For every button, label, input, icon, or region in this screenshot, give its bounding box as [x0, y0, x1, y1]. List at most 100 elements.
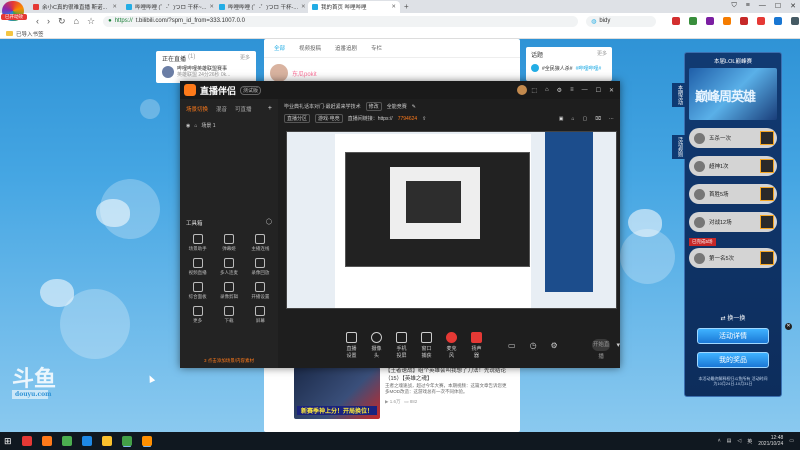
tab-bangumi[interactable]: 追番追剧	[335, 44, 357, 52]
feed-post[interactable]: 新赛季神上分！开局换位！ 【王者速战】组个英雄会叫我想了刀法！先说结论（15）【…	[294, 367, 514, 419]
record-icon[interactable]: ▭	[508, 341, 516, 350]
reward-item[interactable]: 首胜5场	[689, 184, 777, 204]
new-tab-button[interactable]: +	[404, 1, 409, 13]
gift-icon[interactable]: ⬚	[531, 87, 537, 94]
close-icon[interactable]: ✕	[785, 323, 792, 330]
windows-start-icon[interactable]: ⊞	[4, 436, 12, 447]
home-icon[interactable]: ⌂	[74, 16, 79, 26]
close-icon[interactable]: ✕	[391, 4, 396, 10]
shield-icon[interactable]: ⛉	[732, 2, 737, 10]
settings-icon[interactable]: ⚙	[551, 341, 558, 350]
tool-item[interactable]: 屏幕	[245, 306, 276, 324]
live-item[interactable]: 哔哩哔哩英雄联盟赛事 英雄联盟 24分26秒 0k...	[162, 66, 250, 78]
topic-item[interactable]: #全民狼人杀# #哔哩哔哩#	[531, 64, 607, 72]
tab-articles[interactable]: 专栏	[371, 44, 382, 52]
taskbar-app-icon[interactable]	[141, 436, 152, 446]
back-icon[interactable]: ‹	[36, 16, 39, 26]
bookmark-folder[interactable]: 已导入书签	[16, 30, 44, 38]
more-link[interactable]: 更多	[240, 54, 250, 63]
taskbar-app-icon[interactable]	[61, 436, 72, 446]
extension-icon[interactable]	[774, 17, 783, 25]
speaker-button[interactable]: 扬声器	[471, 331, 482, 359]
room-link[interactable]: 直播间链接：https://	[348, 115, 393, 122]
stream-preview[interactable]	[286, 131, 617, 309]
search-input[interactable]: ◍ bidy	[586, 15, 657, 27]
tool-item[interactable]: 录像回放	[245, 258, 276, 276]
start-stream-button[interactable]: 开始直播	[591, 339, 611, 360]
add-scene-button[interactable]: +	[268, 105, 272, 113]
tool-item[interactable]: 多人连麦	[213, 258, 244, 276]
url-field[interactable]: ● https://t.bilibili.com/?spm_id_from=33…	[103, 15, 579, 27]
browser-tab-active[interactable]: 我的首页 哔哩哔哩 ✕	[308, 1, 400, 13]
tool-item[interactable]: 综合面板	[182, 282, 213, 300]
video-thumbnail[interactable]: 新赛季神上分！开局换位！	[294, 367, 380, 419]
reload-icon[interactable]: ↻	[58, 16, 66, 27]
layout-icon[interactable]: ▣	[559, 116, 564, 122]
swap-button[interactable]: ⇄ 换一换	[697, 313, 769, 322]
taskbar-app-icon[interactable]	[81, 436, 92, 446]
maximize-icon[interactable]: ☐	[596, 87, 601, 94]
taskbar-app-icon[interactable]	[101, 436, 112, 446]
stream-settings-button[interactable]: 直播设置	[346, 331, 357, 359]
browser-logo-icon[interactable]: 已开动效	[1, 1, 27, 21]
close-icon[interactable]: ✕	[112, 4, 117, 10]
tool-item[interactable]: 视频直播	[182, 258, 213, 276]
notification-icon[interactable]: ▭	[789, 438, 794, 444]
share-icon[interactable]: ⋯	[609, 116, 614, 122]
lock-icon[interactable]: ⌂	[571, 116, 574, 122]
extension-icon[interactable]	[740, 17, 749, 25]
close-icon[interactable]: ✕	[209, 4, 214, 10]
extension-icon[interactable]	[706, 17, 715, 25]
more-link[interactable]: 更多	[597, 50, 607, 59]
menu-icon[interactable]: ≡	[746, 2, 750, 10]
tool-item[interactable]: 更多	[182, 306, 213, 324]
chevron-down-icon[interactable]: ▾	[616, 341, 620, 349]
lock-icon[interactable]: ⌂	[194, 123, 197, 129]
browser-tab[interactable]: 哔哩哔哩 (゜-゜)つロ 干杯~... ✕	[122, 1, 214, 13]
clock[interactable]: 12:48 2021/10/24	[758, 435, 783, 447]
timer-icon[interactable]: ◷	[530, 341, 537, 350]
extension-icon[interactable]	[672, 17, 681, 25]
window-capture-button[interactable]: 窗口捕获	[421, 331, 432, 359]
close-window-icon[interactable]: ✕	[609, 87, 614, 94]
menu-icon[interactable]: ≡	[570, 87, 574, 94]
tab-live[interactable]: 可直播	[235, 105, 252, 113]
share-icon[interactable]: ⇪	[422, 116, 426, 122]
scene-item[interactable]: ◉ ⌂ 场景 1	[180, 119, 278, 132]
extension-icon[interactable]	[757, 17, 766, 25]
edit-icon[interactable]: ✎	[412, 104, 416, 110]
taskbar-app-icon[interactable]	[121, 436, 132, 446]
settings-icon[interactable]: ◯	[266, 219, 272, 227]
phone-cast-button[interactable]: 手机投屏	[396, 331, 407, 359]
add-source-hint[interactable]: 3 点击添加场景/内容素材	[180, 358, 278, 364]
volume-icon[interactable]: ◁	[737, 438, 741, 444]
tool-item[interactable]: 主播连线	[245, 234, 276, 252]
activity-side-tab[interactable]: 本期活动	[672, 83, 685, 107]
post-title[interactable]: 【王者速战】组个英雄会叫我想了刀法！先说结论（15）【英雄之魂】	[385, 367, 510, 383]
camera-button[interactable]: 摄像头	[371, 331, 382, 359]
category-label[interactable]: 直播分区	[284, 114, 311, 123]
category-tag[interactable]: 全能竞赛	[387, 103, 407, 110]
feed-username[interactable]: 东瓜pokit	[292, 69, 317, 78]
lock-icon[interactable]: ⌂	[545, 87, 549, 94]
extension-icon[interactable]	[791, 17, 800, 25]
taskbar-app-icon[interactable]	[41, 436, 52, 446]
tool-item[interactable]: 开播设置	[245, 282, 276, 300]
tool-item[interactable]: 弹幕姬	[213, 234, 244, 252]
extension-icon[interactable]	[689, 17, 698, 25]
reward-item[interactable]: 第一名5次	[689, 248, 777, 268]
reward-item[interactable]: 对战12场	[689, 212, 777, 232]
reward-item[interactable]: 超神1次	[689, 156, 777, 176]
activity-side-tab[interactable]: 活动规则	[672, 135, 685, 159]
browser-tab[interactable]: 余小C真的很难直播 斯诺... ✕	[29, 1, 121, 13]
eye-icon[interactable]: ◉	[186, 123, 190, 129]
extension-icon[interactable]	[723, 17, 732, 25]
avatar[interactable]	[517, 85, 528, 95]
microphone-button[interactable]: 麦克风	[446, 331, 457, 359]
trash-icon[interactable]: ⌧	[595, 116, 601, 122]
browser-tab[interactable]: 哔哩哔哩 (゜-゜)つロ 干杯-... ✕	[215, 1, 307, 13]
tool-item[interactable]: 下载	[213, 306, 244, 324]
settings-icon[interactable]: ⚙	[557, 87, 562, 94]
my-prizes-button[interactable]: 我的奖品	[697, 352, 769, 368]
close-icon[interactable]: ✕	[301, 4, 306, 10]
